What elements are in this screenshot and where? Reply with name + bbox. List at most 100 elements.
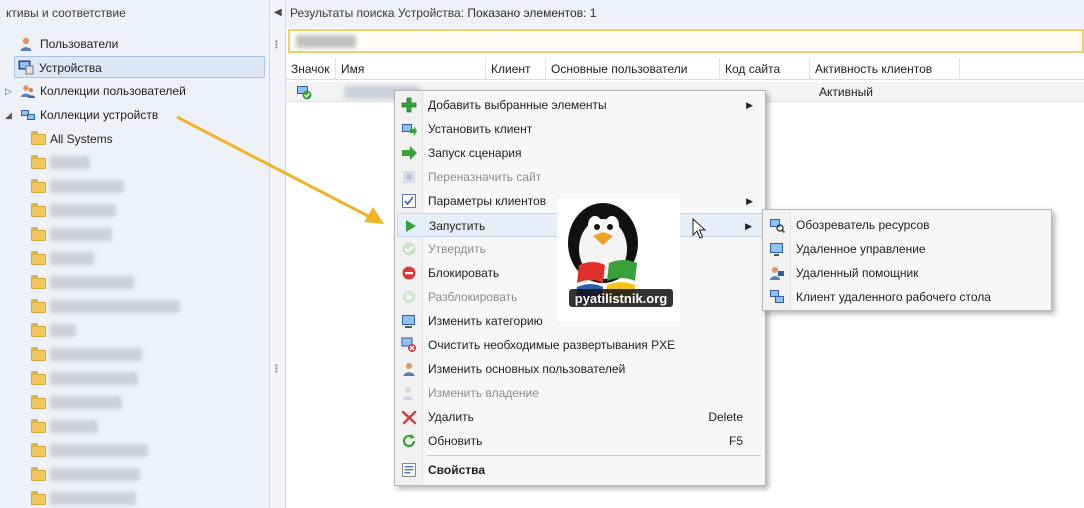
tree-item-folder[interactable]: [0, 488, 266, 508]
category-icon: [402, 315, 415, 328]
folder-icon: [31, 491, 46, 505]
grip-icon[interactable]: • • •: [275, 38, 281, 52]
tree-item-folder[interactable]: [0, 296, 266, 318]
menu-item-change-ownership[interactable]: Изменить владение: [397, 381, 763, 405]
folder-icon: [31, 347, 46, 361]
menu-item-properties[interactable]: Свойства: [397, 458, 763, 482]
collapse-pane-icon[interactable]: ◀: [274, 7, 282, 18]
pane-splitter[interactable]: ◀ • • • • • •: [270, 0, 286, 508]
workspace-title: ктивы и соответствие: [6, 6, 126, 20]
tree-item-folder[interactable]: [0, 176, 266, 198]
properties-icon: [402, 463, 416, 477]
tree-item-label: Коллекции пользователей: [40, 84, 186, 98]
tree-item-folder[interactable]: [0, 248, 266, 270]
redacted-label: [50, 252, 94, 265]
redacted-label: [50, 396, 122, 409]
resource-explorer-icon: [770, 219, 785, 233]
tree-item-folder[interactable]: [0, 320, 266, 342]
folder-icon: [31, 227, 46, 241]
tree-item-folder[interactable]: [0, 272, 266, 294]
client-settings-icon: [402, 194, 416, 208]
reassign-site-icon: [403, 171, 415, 183]
folder-icon: [31, 395, 46, 409]
submenu-item-remote-desktop[interactable]: Клиент удаленного рабочего стола: [765, 285, 1049, 309]
redacted-label: [50, 228, 112, 241]
submenu-item-remote-control[interactable]: Удаленное управление: [765, 237, 1049, 261]
menu-item-run-script[interactable]: Запуск сценария: [397, 141, 763, 165]
column-header-icon[interactable]: Значок: [286, 58, 336, 80]
tree-item-folder[interactable]: [0, 200, 266, 222]
tree-item-folder[interactable]: [0, 392, 266, 414]
tree-item-users[interactable]: Пользователи: [0, 33, 266, 55]
device-collection-icon: [21, 110, 35, 120]
grip-icon[interactable]: • • •: [275, 362, 281, 376]
menu-item-clear-pxe[interactable]: Очистить необходимые развертывания PXE: [397, 333, 763, 357]
menu-item-label: Очистить необходимые развертывания PXE: [428, 338, 676, 352]
tree-item-device-collections[interactable]: ◢ Коллекции устройств: [0, 104, 266, 126]
folder-icon: [31, 275, 46, 289]
delete-icon: [401, 410, 417, 425]
column-header-client[interactable]: Клиент: [486, 58, 546, 80]
device-status-icon: [297, 86, 312, 100]
menu-item-delete[interactable]: Удалить Delete: [397, 405, 763, 429]
primary-users-icon: [403, 363, 415, 376]
menu-item-change-primary-users[interactable]: Изменить основных пользователей: [397, 357, 763, 381]
menu-item-label: Добавить выбранные элементы: [428, 98, 607, 112]
menu-item-add-selected[interactable]: Добавить выбранные элементы ▶: [397, 93, 763, 117]
search-input[interactable]: [288, 29, 1084, 53]
shortcut-text: Delete: [708, 410, 743, 424]
tree-item-all-systems[interactable]: All Systems: [0, 128, 266, 150]
tree-item-folder[interactable]: [0, 344, 266, 366]
column-header-client-activity[interactable]: Активность клиентов: [810, 58, 960, 80]
start-submenu: Обозреватель ресурсов Удаленное управлен…: [762, 209, 1052, 311]
ownership-icon: [403, 387, 413, 400]
collapse-icon[interactable]: ◢: [5, 104, 12, 126]
user-collection-icon: [21, 85, 35, 98]
menu-item-label: Запуск сценария: [428, 146, 522, 160]
pyatilistnik-logo: pyatilistnik.org: [557, 199, 680, 321]
remote-assistance-icon: [770, 267, 784, 280]
column-header-name[interactable]: Имя: [336, 58, 486, 80]
menu-item-install-client[interactable]: Установить клиент: [397, 117, 763, 141]
menu-item-label: Клиент удаленного рабочего стола: [796, 290, 991, 304]
folder-icon: [31, 371, 46, 385]
tree-item-folder[interactable]: [0, 464, 266, 486]
column-header-primary-users[interactable]: Основные пользователи: [546, 58, 720, 80]
submenu-item-resource-explorer[interactable]: Обозреватель ресурсов: [765, 213, 1049, 237]
column-header-site-code[interactable]: Код сайта: [720, 58, 810, 80]
redacted-label: [50, 492, 136, 505]
menu-item-label: Удаленное управление: [796, 242, 926, 256]
pxe-clear-icon: [401, 337, 416, 352]
menu-item-refresh[interactable]: Обновить F5: [397, 429, 763, 453]
client-activity-value: Активный: [819, 85, 873, 99]
results-header: Результаты поиска Устройства: Показано э…: [286, 0, 1084, 28]
tree-item-folder[interactable]: [0, 440, 266, 462]
submenu-item-remote-assistance[interactable]: Удаленный помощник: [765, 261, 1049, 285]
menu-separator: [427, 455, 761, 456]
menu-item-label: Блокировать: [428, 266, 500, 280]
redacted-search-text: [296, 35, 356, 48]
folder-icon: [31, 419, 46, 433]
tree-item-folder[interactable]: [0, 368, 266, 390]
menu-item-label: Установить клиент: [428, 122, 533, 136]
tree-item-label: All Systems: [50, 132, 113, 146]
expand-icon[interactable]: ▷: [5, 80, 12, 102]
folder-icon: [31, 443, 46, 457]
tree-item-devices[interactable]: Устройства: [14, 56, 265, 78]
tree-item-folder[interactable]: [0, 152, 266, 174]
menu-item-label: Параметры клиентов: [428, 194, 547, 208]
play-icon: [406, 220, 416, 232]
user-icon: [20, 37, 32, 51]
block-icon: [402, 266, 416, 280]
tree-item-folder[interactable]: [0, 224, 266, 246]
tree-item-folder[interactable]: [0, 416, 266, 438]
tree-item-user-collections[interactable]: ▷ Коллекции пользователей: [0, 80, 266, 102]
menu-item-label: Обозреватель ресурсов: [796, 218, 930, 232]
folder-icon: [31, 251, 46, 265]
remote-control-icon: [770, 243, 783, 256]
redacted-label: [50, 156, 90, 169]
menu-item-label: Переназначить сайт: [428, 170, 542, 184]
folder-icon: [31, 299, 46, 313]
menu-item-label: Обновить: [428, 434, 483, 448]
menu-item-reassign-site[interactable]: Переназначить сайт: [397, 165, 763, 189]
